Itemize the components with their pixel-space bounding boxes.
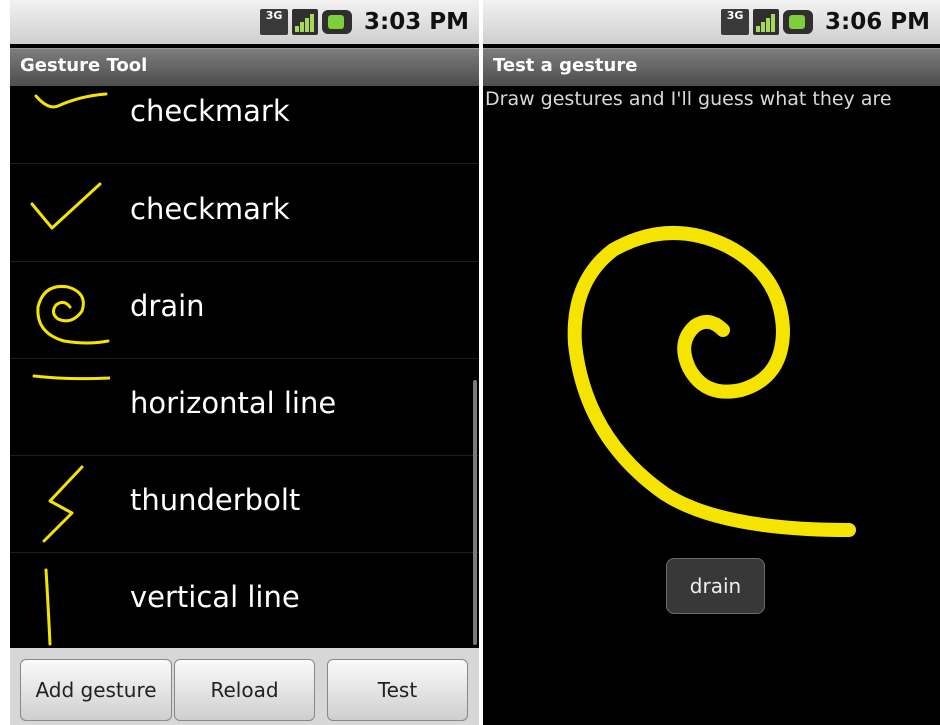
app-title: Gesture Tool xyxy=(20,55,148,76)
button-bar: Add gesture Reload Test xyxy=(10,648,479,725)
gesture-drawing-canvas[interactable] xyxy=(483,120,940,620)
thunderbolt-gesture-icon xyxy=(42,465,84,543)
signal-strength-icon xyxy=(292,9,319,35)
status-time: 3:03 PM xyxy=(364,9,469,35)
app-title: Test a gesture xyxy=(493,55,638,76)
checkmark-gesture-icon xyxy=(30,182,102,230)
gesture-list-item[interactable]: horizontal line xyxy=(10,358,479,456)
status-bar: 3G 3:03 PM xyxy=(10,0,479,44)
app-title-bar: Gesture Tool xyxy=(10,48,479,86)
gesture-tool-screen: 3G 3:03 PM Gesture Tool checkmark checkm… xyxy=(10,0,479,725)
gesture-list-item[interactable]: vertical line xyxy=(10,552,479,648)
gesture-name: vertical line xyxy=(130,580,300,614)
checkmark-gesture-icon xyxy=(34,92,108,109)
battery-icon xyxy=(783,10,814,34)
gesture-name: checkmark xyxy=(130,192,290,226)
gesture-list-item[interactable]: checkmark xyxy=(10,164,479,262)
gesture-list-item[interactable]: drain xyxy=(10,261,479,359)
3g-network-icon: 3G xyxy=(721,9,750,35)
test-button[interactable]: Test xyxy=(327,659,468,721)
recognition-result: drain xyxy=(666,558,765,614)
horizontal-line-gesture-icon xyxy=(32,374,110,381)
status-bar: 3G 3:06 PM xyxy=(483,0,940,44)
gesture-list[interactable]: checkmark checkmark drain horizontal lin… xyxy=(10,86,479,648)
signal-strength-icon xyxy=(753,9,780,35)
gesture-list-item[interactable]: thunderbolt xyxy=(10,455,479,553)
app-title-bar: Test a gesture xyxy=(483,48,940,86)
3g-network-icon: 3G xyxy=(260,9,289,35)
vertical-line-gesture-icon xyxy=(44,568,52,646)
gesture-name: thunderbolt xyxy=(130,483,301,517)
gesture-name: drain xyxy=(130,289,205,323)
add-gesture-button[interactable]: Add gesture xyxy=(20,659,172,721)
test-gesture-screen: 3G 3:06 PM Test a gesture Draw gestures … xyxy=(483,0,940,725)
list-scrollbar[interactable] xyxy=(473,380,477,645)
status-time: 3:06 PM xyxy=(825,9,930,35)
reload-button[interactable]: Reload xyxy=(174,659,315,721)
battery-icon xyxy=(322,10,353,34)
gesture-list-item[interactable]: checkmark xyxy=(10,86,479,164)
drawn-spiral-stroke xyxy=(567,226,856,537)
instruction-text: Draw gestures and I'll guess what they a… xyxy=(485,88,892,110)
gesture-name: checkmark xyxy=(130,94,290,128)
spiral-gesture-icon xyxy=(36,284,110,345)
gesture-name: horizontal line xyxy=(130,386,337,420)
